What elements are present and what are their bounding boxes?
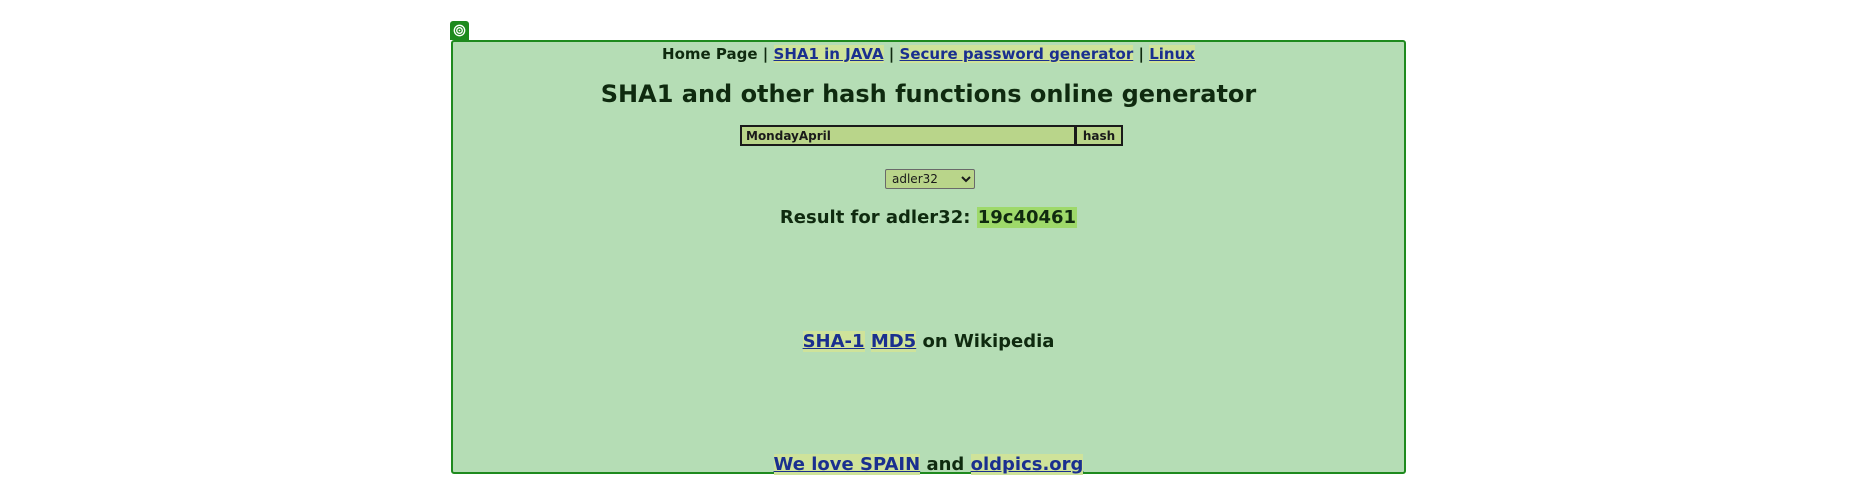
nav-link-password-generator[interactable]: Secure password generator [899,45,1134,63]
nav-separator: | [888,45,895,63]
link-sha1-wikipedia[interactable]: SHA-1 [802,331,865,352]
main-panel: Home Page | SHA1 in JAVA | Secure passwo… [451,40,1406,477]
wikipedia-links: SHA-1 MD5 on Wikipedia [453,330,1404,354]
nav-home-label: Home Page [662,45,758,63]
nav-separator: | [762,45,769,63]
result-line: Result for adler32: 19c40461 [453,206,1404,230]
nav-link-sha1-java[interactable]: SHA1 in JAVA [773,45,884,63]
site-logo[interactable] [450,21,469,40]
hash-input[interactable] [740,125,1076,146]
hash-button[interactable]: hash [1076,125,1123,146]
wikipedia-suffix: on Wikipedia [922,331,1055,352]
footer-links: We love SPAIN and oldpics.org [453,453,1404,477]
result-label: Result for adler32: [779,207,971,228]
hash-form: hash [740,125,1123,146]
link-oldpics[interactable]: oldpics.org [970,454,1084,475]
page-title: SHA1 and other hash functions online gen… [600,80,1257,108]
result-hash-value: 19c40461 [976,207,1078,228]
nav-separator: | [1138,45,1144,63]
link-we-love-spain[interactable]: We love SPAIN [773,454,921,475]
algorithm-select[interactable]: adler32 [885,169,975,189]
footer-conjunction: and [926,454,965,475]
top-navigation: Home Page | SHA1 in JAVA | Secure passwo… [453,44,1404,64]
nav-link-linux[interactable]: Linux [1149,45,1195,63]
link-md5-wikipedia[interactable]: MD5 [870,331,917,352]
spiral-icon [453,24,466,37]
